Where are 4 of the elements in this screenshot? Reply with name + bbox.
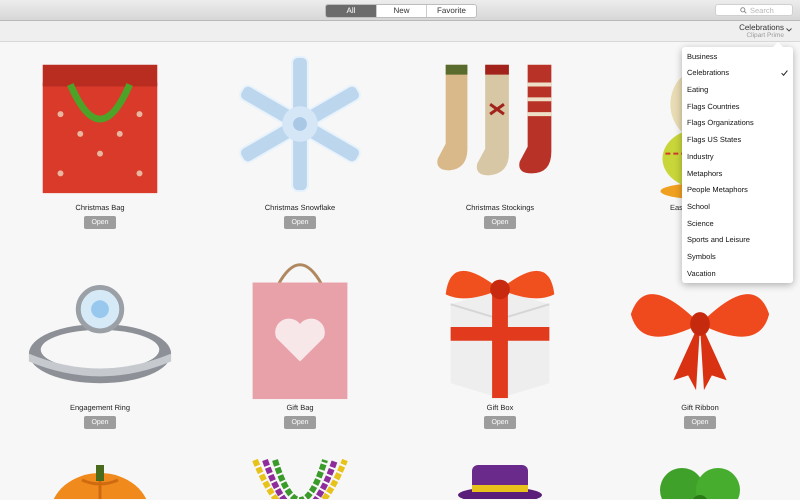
filter-tab[interactable]: All bbox=[326, 5, 376, 17]
filter-tab[interactable]: Favorite bbox=[426, 5, 476, 17]
chevron-down-icon bbox=[786, 28, 792, 32]
filter-tab[interactable]: New bbox=[376, 5, 426, 17]
